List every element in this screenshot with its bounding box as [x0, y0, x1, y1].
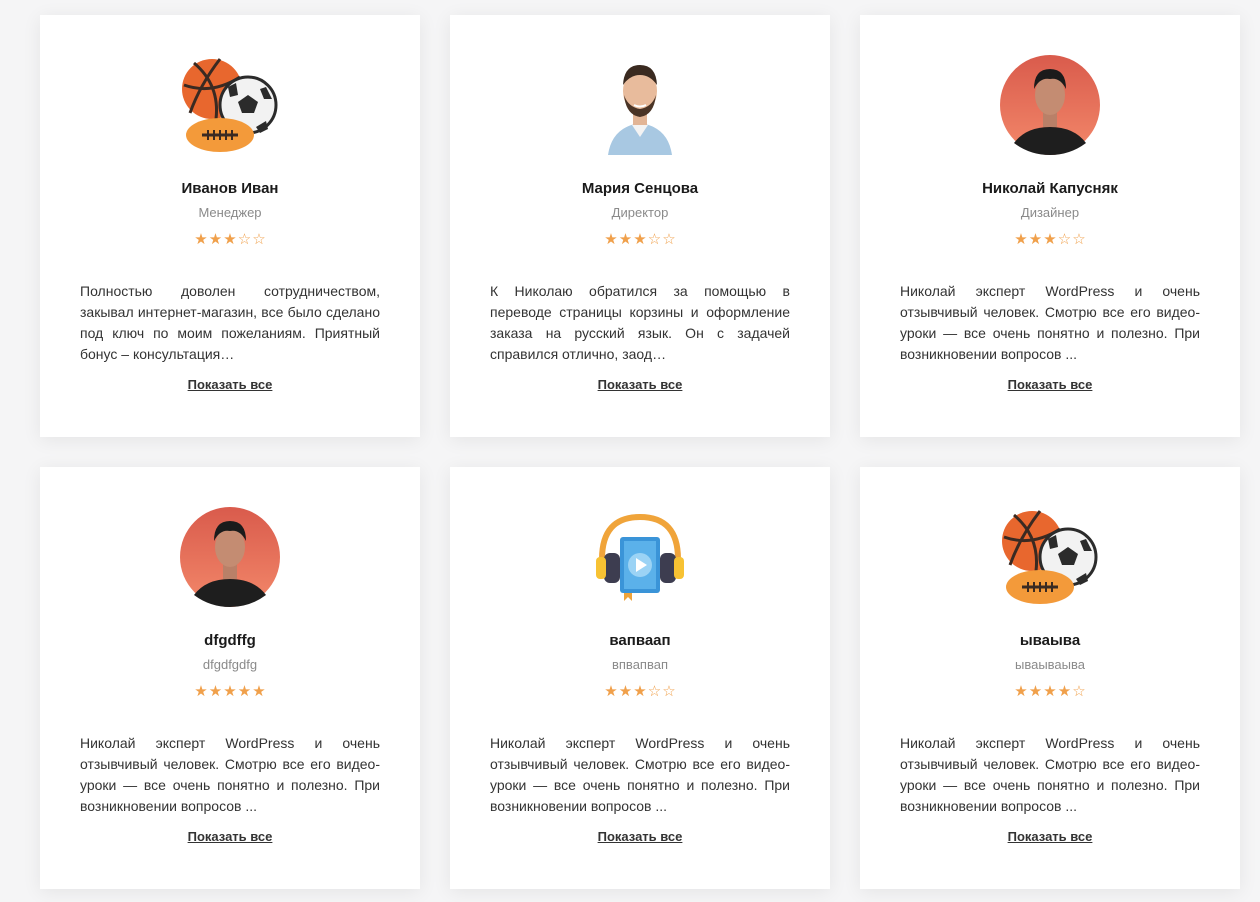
star-filled-icon: ★ — [1028, 231, 1043, 248]
star-empty-icon: ☆ — [237, 231, 252, 248]
star-filled-icon: ★ — [208, 231, 223, 248]
star-empty-icon: ☆ — [647, 231, 662, 248]
star-filled-icon: ★ — [223, 683, 237, 700]
rating-stars: ★★★★☆ — [860, 683, 1240, 701]
avatar-photo — [180, 507, 280, 607]
reviewer-name: Николай Капусняк — [982, 180, 1118, 197]
show-all-link[interactable]: Показать все — [40, 829, 420, 844]
star-filled-icon: ★ — [633, 683, 647, 700]
star-filled-icon: ★ — [1057, 683, 1072, 700]
star-filled-icon: ★ — [1014, 683, 1028, 700]
review-text: Николай эксперт WordPress и очень отзывч… — [900, 735, 1200, 814]
star-empty-icon: ☆ — [647, 683, 662, 700]
star-filled-icon: ★ — [194, 683, 208, 700]
star-filled-icon: ★ — [633, 231, 647, 248]
star-filled-icon: ★ — [252, 683, 266, 700]
star-empty-icon: ☆ — [662, 231, 676, 248]
avatar-photo — [1000, 55, 1100, 155]
reviews-grid: Иванов Иван Менеджер ★★★☆☆ Полностью дов… — [40, 15, 1240, 889]
review-card: ываыва ываываыва ★★★★☆ Николай эксперт W… — [860, 467, 1240, 889]
reviewer-role: ываываыва — [1014, 657, 1085, 672]
star-empty-icon: ☆ — [1057, 231, 1072, 248]
rating-stars: ★★★☆☆ — [860, 231, 1240, 249]
reviewer-role: Директор — [611, 205, 669, 220]
sports-balls-icon — [1000, 507, 1100, 607]
rating-stars: ★★★★★ — [40, 683, 420, 701]
reviewer-name: вапваап — [609, 632, 671, 649]
sports-balls-icon — [180, 55, 280, 155]
reviewer-name: ываыва — [1019, 632, 1081, 649]
review-card: dfgdffg dfgdfgdfg ★★★★★ Николай эксперт … — [40, 467, 420, 889]
review-text: Полностью доволен сотрудничеством, закыв… — [80, 283, 380, 362]
star-filled-icon: ★ — [1043, 231, 1057, 248]
star-empty-icon: ☆ — [1072, 231, 1086, 248]
rating-stars: ★★★☆☆ — [450, 231, 830, 249]
reviewer-name: Иванов Иван — [181, 180, 279, 197]
review-card: вапваап впвапвап ★★★☆☆ Николай эксперт W… — [450, 467, 830, 889]
reviewer-name: dfgdffg — [204, 632, 256, 649]
star-filled-icon: ★ — [618, 231, 633, 248]
star-filled-icon: ★ — [1043, 683, 1057, 700]
show-all-link[interactable]: Показать все — [860, 829, 1240, 844]
star-filled-icon: ★ — [194, 231, 208, 248]
rating-stars: ★★★☆☆ — [450, 683, 830, 701]
star-filled-icon: ★ — [208, 683, 223, 700]
show-all-link[interactable]: Показать все — [860, 377, 1240, 392]
avatar-photo — [590, 55, 690, 155]
reviewer-role: Менеджер — [198, 205, 262, 220]
review-text: Николай эксперт WordPress и очень отзывч… — [490, 735, 790, 814]
star-empty-icon: ☆ — [662, 683, 676, 700]
show-all-link[interactable]: Показать все — [450, 377, 830, 392]
headphones-video-icon — [590, 507, 690, 607]
star-filled-icon: ★ — [223, 231, 237, 248]
star-empty-icon: ☆ — [1072, 683, 1086, 700]
show-all-link[interactable]: Показать все — [450, 829, 830, 844]
star-filled-icon: ★ — [1014, 231, 1028, 248]
review-card: Мария Сенцова Директор ★★★☆☆ К Николаю о… — [450, 15, 830, 437]
reviewer-name: Мария Сенцова — [581, 180, 699, 197]
rating-stars: ★★★☆☆ — [40, 231, 420, 249]
review-card: Иванов Иван Менеджер ★★★☆☆ Полностью дов… — [40, 15, 420, 437]
star-filled-icon: ★ — [604, 683, 618, 700]
review-text: К Николаю обратился за помощью в перевод… — [490, 283, 790, 362]
reviewer-role: Дизайнер — [1020, 205, 1080, 220]
review-card: Николай Капусняк Дизайнер ★★★☆☆ Николай … — [860, 15, 1240, 437]
star-filled-icon: ★ — [1028, 683, 1043, 700]
review-text: Николай эксперт WordPress и очень отзывч… — [900, 283, 1200, 362]
star-filled-icon: ★ — [604, 231, 618, 248]
review-text: Николай эксперт WordPress и очень отзывч… — [80, 735, 380, 814]
reviewer-role: dfgdfgdfg — [202, 657, 258, 672]
star-empty-icon: ☆ — [252, 231, 266, 248]
star-filled-icon: ★ — [237, 683, 252, 700]
show-all-link[interactable]: Показать все — [40, 377, 420, 392]
star-filled-icon: ★ — [618, 683, 633, 700]
reviewer-role: впвапвап — [611, 657, 668, 672]
